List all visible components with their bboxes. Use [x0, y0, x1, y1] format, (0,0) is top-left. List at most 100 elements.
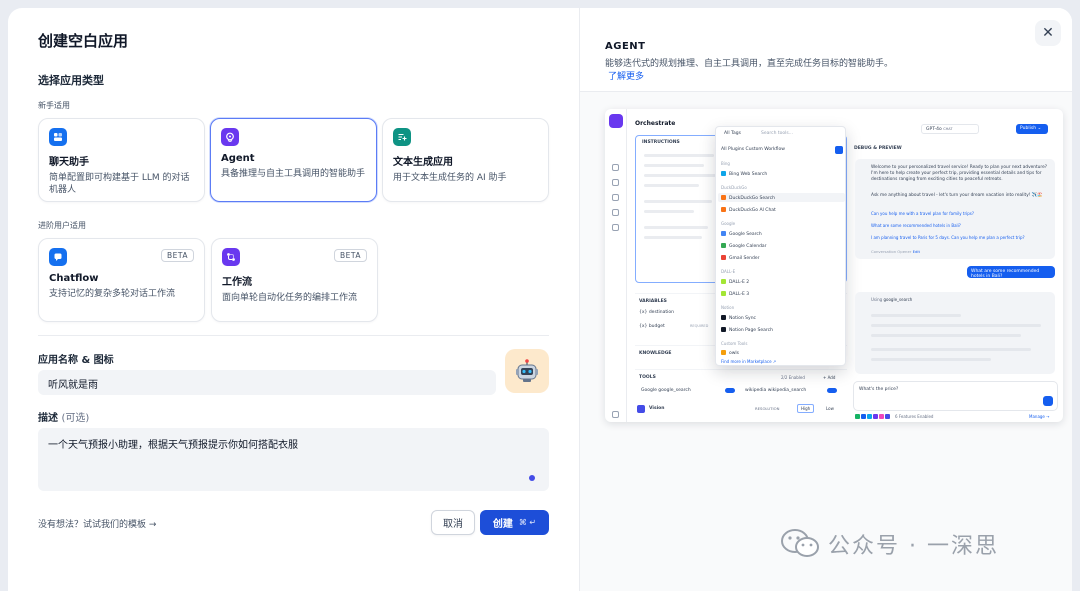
opener-label: Conversation Opener Edit: [871, 249, 920, 254]
group-dalle: DALL-E: [721, 269, 736, 274]
tool-item-label: owls: [729, 351, 740, 356]
filter-tabs: All Plugins Custom Workflow: [721, 147, 785, 152]
notion-icon: [721, 327, 726, 332]
toggle: [725, 388, 735, 393]
opener-edit: Edit: [912, 249, 920, 254]
using-tool-label: Using google_search: [871, 297, 912, 302]
vision-label: Vision: [649, 406, 665, 411]
vision-icon: [637, 405, 645, 413]
card-name: 聊天助手: [49, 157, 89, 168]
group-ddg: DuckDuckGo: [721, 185, 747, 190]
text-placeholder: [644, 226, 708, 229]
features-enabled: 6 Features Enabled: [895, 414, 934, 419]
cancel-button[interactable]: 取消: [431, 510, 475, 535]
model-name: GPT-4o: [926, 127, 942, 132]
group-notion: Notion: [721, 305, 735, 310]
description-textarea[interactable]: 一个天气预报小助理，根据天气预报提示你如何搭配衣服: [38, 428, 549, 491]
text-placeholder: [644, 210, 694, 213]
dalle-icon: [721, 291, 726, 296]
tool-item: Gmail Sender: [721, 255, 760, 261]
tool-item-label: Google Calendar: [729, 244, 767, 249]
text-placeholder: [644, 236, 702, 239]
text-placeholder: [644, 154, 714, 157]
vision-row: Vision RESOLUTION High Low: [635, 404, 847, 419]
tool-item-label: Google Search: [729, 232, 762, 237]
tool-item-label: Notion Page Search: [729, 328, 773, 333]
feature-icons: [855, 414, 890, 419]
tools-label: TOOLS: [639, 375, 656, 380]
chat-input-text: What's the price?: [859, 387, 899, 392]
feature-icon: [885, 414, 890, 419]
card-text-generator[interactable]: 文本生成应用 用于文本生成任务的 AI 助手: [382, 118, 549, 202]
card-chatflow[interactable]: BETA Chatflow 支持记忆的复杂多轮对话工作流: [38, 238, 205, 322]
desc-label: 描述 (可选): [38, 409, 89, 424]
add-icon: [835, 146, 843, 154]
learn-more-link[interactable]: 了解更多: [608, 69, 644, 82]
card-desc: 用于文本生成任务的 AI 助手: [393, 173, 507, 183]
welcome-message: Welcome to your personalized travel serv…: [855, 159, 1055, 259]
app-icon-picker[interactable]: [505, 349, 549, 393]
tool-item-label: DALL-E 2: [729, 280, 750, 285]
preview-description: 能够迭代式的规划推理、自主工具调用，直至完成任务目标的智能助手。: [605, 59, 894, 69]
name-label: 应用名称 & 图标: [38, 355, 114, 366]
resolution-label: RESOLUTION: [755, 406, 780, 411]
nav-icon: [612, 209, 619, 216]
tool-item: DuckDuckGo AI Chat: [721, 207, 776, 213]
tool-wikipedia: wikipedia wikipedia_search: [745, 388, 807, 393]
preview-heading: AGENT: [605, 41, 646, 52]
bing-icon: [721, 171, 726, 176]
create-button[interactable]: 创建 ⌘ ↵: [480, 510, 549, 535]
card-name: 文本生成应用: [393, 157, 453, 168]
card-agent[interactable]: Agent 具备推理与自主工具调用的智能助手: [210, 118, 377, 202]
publish-button: Publish ⌄: [1016, 124, 1048, 134]
text-placeholder: [644, 200, 712, 203]
nav-icon: [612, 194, 619, 201]
create-form-panel: 创建空白应用 选择应用类型 新手适用 聊天助手 简单配置即可构建基于 LLM 的…: [8, 8, 579, 591]
app-name-input[interactable]: 听风就是雨: [38, 370, 496, 395]
description-text: 一个天气预报小助理，根据天气预报提示你如何搭配衣服: [48, 440, 298, 451]
preview-header: ✕ AGENT 能够迭代式的规划推理、自主工具调用，直至完成任务目标的智能助手。…: [580, 8, 1072, 92]
desc-label-text: 描述: [38, 413, 58, 424]
nav-icon: [612, 164, 619, 171]
variables-label: VARIABLES: [639, 299, 667, 304]
chat-icon: [49, 128, 67, 146]
calendar-icon: [721, 243, 726, 248]
card-desc: 简单配置即可构建基于 LLM 的对话机器人: [49, 173, 190, 195]
text-placeholder: [871, 334, 1021, 337]
nav-icon: [612, 179, 619, 186]
opener-text: Conversation Opener: [871, 249, 912, 254]
ddg-icon: [721, 195, 726, 200]
using-tool-name: google_search: [883, 297, 913, 302]
add-tool-button: + Add: [823, 375, 836, 380]
card-name: Agent: [221, 153, 255, 164]
template-link[interactable]: 没有想法？试试我们的模板 →: [38, 517, 156, 530]
chat-input: What's the price?: [853, 381, 1058, 411]
tool-item: Notion Page Search: [721, 327, 773, 333]
text-placeholder: [644, 174, 716, 177]
tool-item: owls: [721, 350, 739, 356]
app-type-heading: 选择应用类型: [38, 74, 104, 87]
card-chat-assistant[interactable]: 聊天助手 简单配置即可构建基于 LLM 的对话机器人: [38, 118, 205, 202]
feature-icon: [879, 414, 884, 419]
manage-link: Manage →: [1029, 414, 1050, 419]
model-tag: CHAT: [943, 127, 953, 131]
debug-title: DEBUG & PREVIEW: [854, 146, 902, 151]
card-workflow[interactable]: BETA 工作流 面向单轮自动化任务的编排工作流: [211, 238, 378, 322]
feature-icon: [873, 414, 878, 419]
cursor-dot: [529, 475, 535, 481]
dialog-title: 创建空白应用: [38, 32, 129, 50]
required-tag: REQUIRED: [690, 324, 709, 328]
user-message: What are some recommended hotels in Bali…: [967, 266, 1055, 279]
tools-enabled: 2/2 Enabled: [781, 375, 805, 380]
tool-item: Bing Web Search: [721, 171, 767, 177]
create-app-dialog: 创建空白应用 选择应用类型 新手适用 聊天助手 简单配置即可构建基于 LLM 的…: [8, 8, 1072, 591]
divider: [38, 335, 549, 336]
text-placeholder: [871, 348, 1031, 351]
group-bing: Bing: [721, 161, 730, 166]
advanced-group-label: 进阶用户适用: [38, 221, 86, 230]
using-text: Using: [871, 297, 883, 302]
tool-item: DALL-E 2: [721, 279, 749, 285]
close-icon[interactable]: ✕: [1035, 20, 1061, 46]
beta-badge: BETA: [160, 249, 194, 262]
watermark: 公众号 · 一深思: [780, 528, 999, 560]
